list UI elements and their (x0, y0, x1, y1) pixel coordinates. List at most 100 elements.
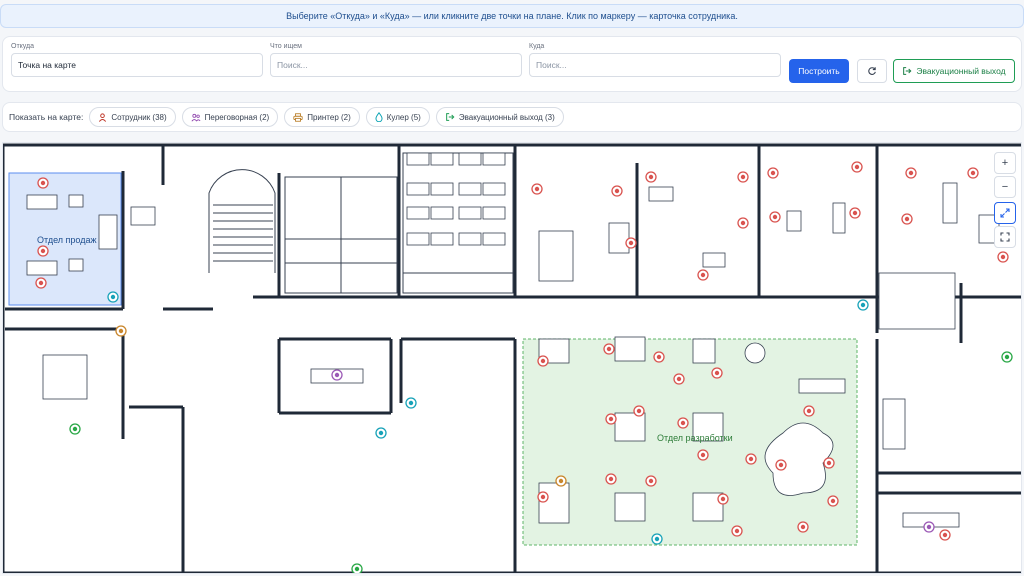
chip-printer-label: Принтер (2) (307, 112, 351, 122)
printer-marker[interactable] (115, 325, 127, 337)
desk (26, 260, 58, 276)
employee-marker[interactable] (711, 367, 723, 379)
desk (26, 194, 58, 210)
zoom-out-button[interactable]: − (994, 176, 1016, 198)
employee-marker[interactable] (967, 167, 979, 179)
desk (406, 182, 430, 196)
zoom-in-button[interactable]: + (994, 152, 1016, 174)
employee-marker[interactable] (851, 161, 863, 173)
floor-plan-map[interactable]: Отдел продаж Отдел разработки (2, 142, 1022, 574)
employee-marker[interactable] (35, 277, 47, 289)
desk (68, 258, 84, 272)
employee-marker[interactable] (901, 213, 913, 225)
employee-marker[interactable] (633, 405, 645, 417)
printer-icon (293, 112, 303, 122)
desk (482, 206, 506, 220)
employee-marker[interactable] (625, 237, 637, 249)
desk (614, 412, 646, 442)
from-input[interactable] (11, 53, 263, 77)
employee-marker[interactable] (653, 351, 665, 363)
employee-marker[interactable] (537, 355, 549, 367)
desk (482, 152, 506, 166)
from-group: Откуда (11, 43, 263, 77)
employee-marker[interactable] (997, 251, 1009, 263)
employee-marker[interactable] (767, 167, 779, 179)
employee-marker[interactable] (731, 525, 743, 537)
employee-marker[interactable] (537, 491, 549, 503)
from-label: Откуда (11, 43, 35, 50)
evacuation-exit-button[interactable]: Эвакуационный выход (893, 59, 1015, 83)
zone-sales-label: Отдел продаж (37, 235, 97, 245)
printer-marker[interactable] (555, 475, 567, 487)
employee-marker[interactable] (797, 521, 809, 533)
desk (458, 152, 482, 166)
meeting-room-marker[interactable] (331, 369, 343, 381)
desk (458, 206, 482, 220)
employee-marker[interactable] (645, 171, 657, 183)
employee-marker[interactable] (645, 475, 657, 487)
employee-marker[interactable] (827, 495, 839, 507)
build-route-label: Построить (798, 66, 840, 76)
employee-marker[interactable] (697, 449, 709, 461)
cooler-marker[interactable] (405, 397, 417, 409)
employee-marker[interactable] (611, 185, 623, 197)
employee-marker[interactable] (823, 457, 835, 469)
chip-employee[interactable]: Сотрудник (38) (89, 107, 176, 127)
employee-marker[interactable] (677, 417, 689, 429)
desk (458, 232, 482, 246)
build-route-button[interactable]: Построить (789, 59, 849, 83)
wall-corridor-top (5, 295, 1021, 311)
chip-printer[interactable]: Принтер (2) (284, 107, 360, 127)
desk (942, 182, 958, 224)
employee-marker[interactable] (939, 529, 951, 541)
reset-button[interactable] (857, 59, 887, 83)
fullscreen-button[interactable] (994, 226, 1016, 248)
desk (614, 336, 646, 362)
person-icon (99, 112, 107, 122)
employee-marker[interactable] (849, 207, 861, 219)
exit-marker[interactable] (69, 423, 81, 435)
employee-marker[interactable] (737, 217, 749, 229)
what-input[interactable] (270, 53, 522, 77)
employee-marker[interactable] (37, 177, 49, 189)
employee-marker[interactable] (37, 245, 49, 257)
chip-meeting-room[interactable]: Переговорная (2) (181, 107, 279, 127)
exit-marker[interactable] (351, 563, 363, 574)
employee-marker[interactable] (531, 183, 543, 195)
wall-lower (5, 283, 1021, 573)
employee-marker[interactable] (775, 459, 787, 471)
employee-marker[interactable] (737, 171, 749, 183)
employee-marker[interactable] (803, 405, 815, 417)
floor-plan-svg[interactable]: Отдел продаж Отдел разработки (3, 143, 1022, 574)
meeting-room-marker[interactable] (923, 521, 935, 533)
employee-marker[interactable] (745, 453, 757, 465)
to-label: Куда (529, 43, 545, 50)
people-icon (191, 113, 201, 122)
employee-marker[interactable] (769, 211, 781, 223)
cooler-marker[interactable] (107, 291, 119, 303)
info-banner-text: Выберите «Откуда» и «Куда» — или кликнит… (286, 11, 738, 21)
filters-label: Показать на карте: (9, 112, 84, 122)
employee-marker[interactable] (605, 413, 617, 425)
fit-button[interactable] (994, 202, 1016, 224)
employee-marker[interactable] (905, 167, 917, 179)
desk (68, 194, 84, 208)
desk (430, 152, 454, 166)
cooler-marker[interactable] (651, 533, 663, 545)
employee-marker[interactable] (697, 269, 709, 281)
desk (702, 252, 726, 268)
employee-marker[interactable] (673, 373, 685, 385)
info-banner: Выберите «Откуда» и «Куда» — или кликнит… (0, 4, 1024, 28)
desk (648, 186, 674, 202)
chip-evacuation-exit[interactable]: Эвакуационный выход (3) (435, 107, 564, 127)
exit-marker[interactable] (1001, 351, 1013, 363)
cooler-marker[interactable] (857, 299, 869, 311)
table (42, 354, 88, 400)
cooler-marker[interactable] (375, 427, 387, 439)
chip-cooler[interactable]: Кулер (5) (365, 107, 430, 127)
employee-marker[interactable] (605, 473, 617, 485)
employee-marker[interactable] (603, 343, 615, 355)
employee-marker[interactable] (717, 493, 729, 505)
desk (832, 202, 846, 234)
to-input[interactable] (529, 53, 781, 77)
